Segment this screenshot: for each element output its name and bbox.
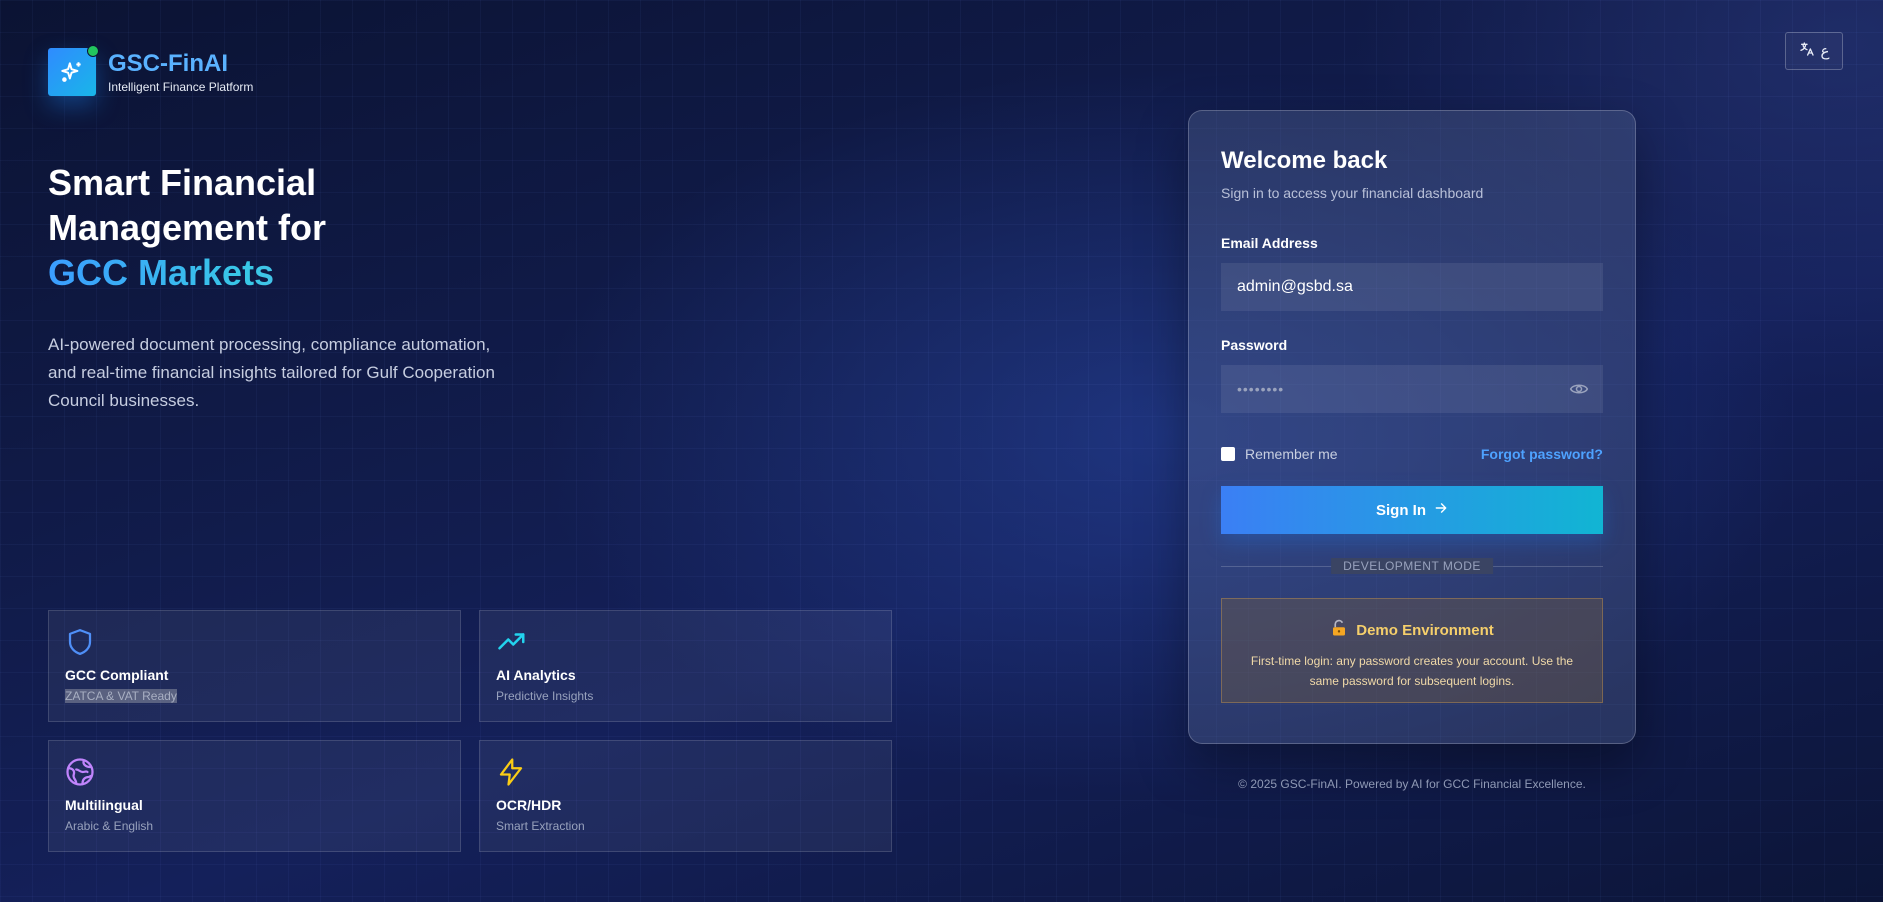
sparkles-icon xyxy=(48,45,99,96)
feature-subtitle: Predictive Insights xyxy=(496,689,594,703)
zap-icon xyxy=(496,757,526,787)
forgot-password-link[interactable]: Forgot password? xyxy=(1481,446,1603,462)
demo-environment-notice: Demo Environment First-time login: any p… xyxy=(1221,598,1603,703)
language-toggle-button[interactable]: ع xyxy=(1785,32,1843,70)
footer-copyright: © 2025 GSC-FinAI. Powered by AI for GCC … xyxy=(1238,777,1586,791)
hero-title-line2: Management for xyxy=(48,207,327,248)
hero-title-highlight: GCC Markets xyxy=(48,250,498,295)
hero-description: AI-powered document processing, complian… xyxy=(48,335,495,410)
feature-title: OCR/HDR xyxy=(496,797,562,813)
sign-in-button[interactable]: Sign In xyxy=(1221,486,1603,534)
remember-me-checkbox[interactable] xyxy=(1221,447,1235,461)
hero-title-line1: Smart Financial xyxy=(48,162,317,203)
email-label: Email Address xyxy=(1221,235,1318,251)
remember-me[interactable]: Remember me xyxy=(1221,446,1338,462)
login-title: Welcome back xyxy=(1221,147,1388,174)
login-subtitle: Sign in to access your financial dashboa… xyxy=(1221,185,1484,201)
development-mode-label: DEVELOPMENT MODE xyxy=(1331,558,1493,574)
shield-icon xyxy=(65,627,95,657)
brand-tagline: Intelligent Finance Platform xyxy=(108,79,254,94)
feature-card-ai-analytics: AI Analytics Predictive Insights xyxy=(479,610,892,722)
demo-title: Demo Environment xyxy=(1356,621,1494,639)
feature-title: GCC Compliant xyxy=(65,667,169,683)
feature-title: AI Analytics xyxy=(496,667,576,683)
feature-card-multilingual: Multilingual Arabic & English xyxy=(48,740,461,852)
globe-icon xyxy=(65,757,95,787)
hero-title: Smart Financial Management for GCC Marke… xyxy=(48,160,498,295)
translate-icon xyxy=(1799,41,1815,61)
feature-subtitle: Smart Extraction xyxy=(496,819,585,833)
eye-icon[interactable] xyxy=(1569,379,1589,402)
hero: Smart Financial Management for GCC Marke… xyxy=(48,160,498,415)
sign-in-label: Sign In xyxy=(1376,501,1426,519)
mode-divider: DEVELOPMENT MODE xyxy=(1221,558,1603,574)
language-label: ع xyxy=(1820,43,1830,60)
password-value: •••••••• xyxy=(1237,381,1285,397)
online-status-dot xyxy=(87,45,99,57)
arrow-right-icon xyxy=(1434,501,1448,519)
email-field[interactable]: admin@gsbd.sa xyxy=(1221,263,1603,311)
feature-card-gcc-compliant: GCC Compliant ZATCA & VAT Ready xyxy=(48,610,461,722)
login-card: Welcome back Sign in to access your fina… xyxy=(1188,110,1636,744)
password-field[interactable]: •••••••• xyxy=(1221,365,1603,413)
feature-card-ocr-hdr: OCR/HDR Smart Extraction xyxy=(479,740,892,852)
trending-up-icon xyxy=(496,627,526,657)
password-label: Password xyxy=(1221,337,1288,353)
remember-me-label: Remember me xyxy=(1245,446,1338,462)
feature-subtitle: ZATCA & VAT Ready xyxy=(65,689,177,703)
demo-text: First-time login: any password creates y… xyxy=(1250,654,1574,688)
email-value: admin@gsbd.sa xyxy=(1237,278,1353,295)
unlock-icon xyxy=(1330,619,1348,641)
brand: GSC-FinAI Intelligent Finance Platform xyxy=(48,45,254,96)
brand-name: GSC-FinAI xyxy=(108,49,228,77)
feature-title: Multilingual xyxy=(65,797,143,813)
feature-subtitle: Arabic & English xyxy=(65,819,154,833)
